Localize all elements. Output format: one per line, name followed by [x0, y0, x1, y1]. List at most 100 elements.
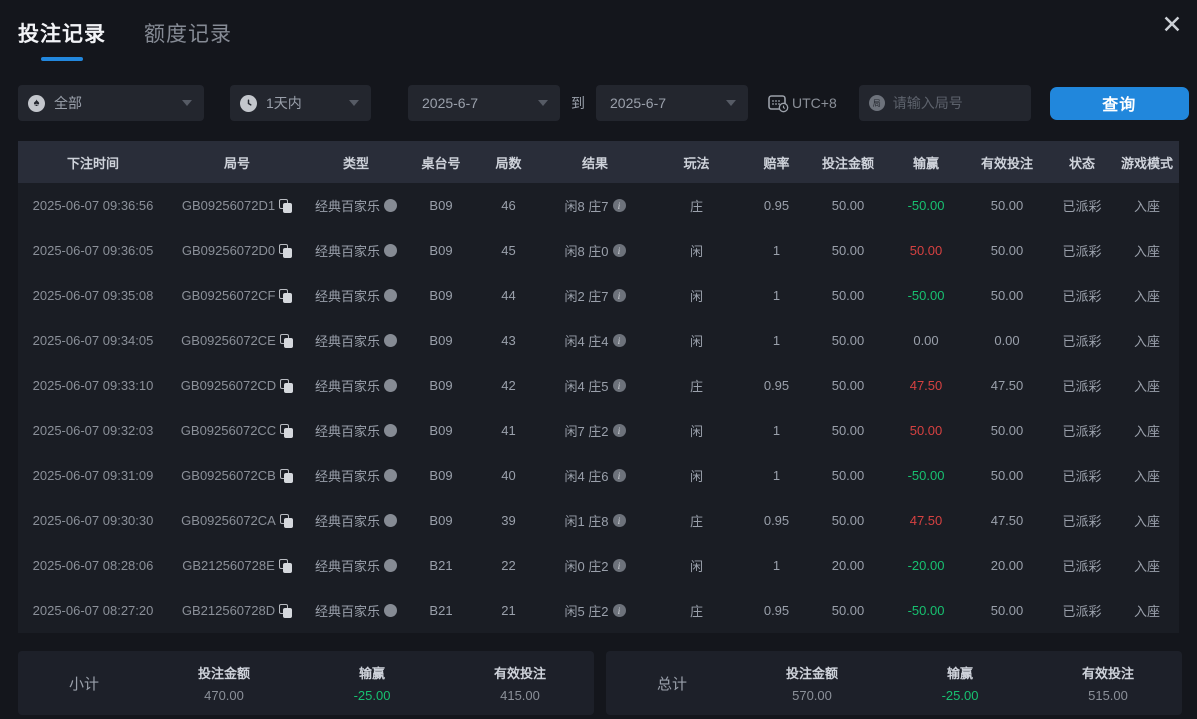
close-icon[interactable]: ✕ [1157, 10, 1187, 40]
cell-table-no: B09 [429, 333, 453, 348]
cell-status: 已派彩 [1062, 604, 1102, 619]
copy-icon[interactable] [278, 558, 292, 573]
info-icon[interactable]: i [612, 559, 626, 572]
header-cell: 输赢 [912, 155, 939, 171]
cell-round-id: GB09256072CD [168, 378, 306, 393]
cell-result: 闲1 庄8 i [541, 511, 649, 530]
info-icon[interactable]: i [612, 469, 626, 482]
copy-icon[interactable] [280, 378, 294, 393]
subtotal-win-value: -25.00 [353, 688, 391, 703]
cell-odds: 0.95 [763, 513, 790, 528]
cell-round-no: 22 [501, 558, 516, 573]
cell-table-no: B21 [429, 603, 453, 618]
game-badge-icon [384, 244, 397, 257]
tab-active-underline [41, 57, 83, 61]
cell-win-loss: -50.00 [907, 603, 945, 618]
cell-win-loss: -20.00 [907, 558, 945, 573]
cell-valid-bet: 50.00 [990, 288, 1024, 303]
copy-icon[interactable] [279, 243, 293, 258]
subtotal-card: 小计 投注金额 470.00 输赢 -25.00 有效投注 415.00 [18, 651, 594, 715]
cell-game-mode: 入座 [1133, 289, 1160, 304]
info-icon[interactable]: i [612, 334, 626, 347]
cell-result: 闲8 庄0 i [541, 241, 649, 260]
cell-round-id: GB09256072CB [168, 468, 306, 483]
cell-round-no: 43 [501, 333, 516, 348]
copy-icon[interactable] [279, 333, 293, 348]
cell-status: 已派彩 [1062, 424, 1102, 439]
cell-table-no: B09 [429, 468, 453, 483]
cell-status: 已派彩 [1062, 469, 1102, 484]
cell-bet-time: 2025-06-07 09:33:10 [32, 378, 154, 393]
tab-bet-records[interactable]: 投注记录 [18, 18, 106, 61]
cell-round-id: GB09256072CA [168, 513, 306, 528]
header-cell: 投注金额 [821, 155, 874, 171]
info-icon[interactable]: i [612, 199, 626, 212]
copy-icon[interactable] [279, 468, 293, 483]
cell-bet-amount: 50.00 [831, 603, 865, 618]
tab-label: 额度记录 [144, 23, 232, 46]
cell-valid-bet: 47.50 [990, 513, 1024, 528]
cell-game-type: 经典百家乐 [306, 601, 406, 620]
info-icon[interactable]: i [612, 379, 626, 392]
total-win-label: 输赢 [946, 666, 973, 681]
date-to-select[interactable]: 2025-6-7 [596, 85, 748, 121]
subtotal-valid-label: 有效投注 [493, 666, 546, 681]
cell-bet-time: 2025-06-07 09:30:30 [32, 513, 154, 528]
cell-game-mode: 入座 [1133, 379, 1160, 394]
copy-icon[interactable] [279, 603, 293, 618]
tab-quota-records[interactable]: 额度记录 [144, 18, 232, 61]
date-from-select[interactable]: 2025-6-7 [408, 85, 560, 121]
cell-table-no: B09 [429, 288, 453, 303]
date-from-value: 2025-6-7 [422, 95, 479, 111]
copy-icon[interactable] [279, 288, 293, 303]
game-type-select[interactable]: ♠ 全部 [18, 85, 204, 121]
info-icon[interactable]: i [612, 289, 626, 302]
cell-play: 庄 [689, 604, 703, 619]
subtotal-label: 小计 [68, 675, 99, 693]
cell-round-id: GB09256072CC [168, 423, 306, 438]
cell-bet-amount: 50.00 [831, 378, 865, 393]
cell-round-no: 21 [501, 603, 516, 618]
chevron-down-icon [726, 100, 736, 106]
info-icon[interactable]: i [612, 514, 626, 527]
cell-table-no: B09 [429, 423, 453, 438]
time-range-select[interactable]: 1天内 [230, 85, 371, 121]
cell-status: 已派彩 [1062, 514, 1102, 529]
cell-win-loss: -50.00 [907, 288, 945, 303]
cell-valid-bet: 0.00 [994, 333, 1020, 348]
cell-game-mode: 入座 [1133, 559, 1160, 574]
cell-game-mode: 入座 [1133, 424, 1160, 439]
cell-game-mode: 入座 [1133, 469, 1160, 484]
total-bet-value: 570.00 [792, 688, 832, 703]
header-cell: 桌台号 [421, 155, 461, 171]
cell-win-loss: 0.00 [913, 333, 939, 348]
copy-icon[interactable] [279, 513, 293, 528]
cell-round-no: 39 [501, 513, 516, 528]
info-icon[interactable]: i [612, 424, 626, 437]
round-input[interactable] [892, 95, 1013, 111]
cell-result: 闲2 庄7 i [541, 286, 649, 305]
info-icon[interactable]: i [612, 604, 626, 617]
chevron-down-icon [182, 100, 192, 106]
cell-round-id: GB09256072D1 [168, 198, 306, 213]
copy-icon[interactable] [279, 198, 293, 213]
timezone-indicator[interactable]: UTC+8 [768, 94, 837, 113]
cell-game-type: 经典百家乐 [306, 376, 406, 395]
cell-status: 已派彩 [1062, 199, 1102, 214]
filter-bar: ♠ 全部 1天内 2025-6-7 到 2025-6-7 UTC+8 局 请输入… [18, 85, 1197, 121]
copy-icon[interactable] [280, 423, 294, 438]
cell-valid-bet: 50.00 [990, 603, 1024, 618]
cell-valid-bet: 20.00 [990, 558, 1024, 573]
info-icon[interactable]: i [612, 244, 626, 257]
total-label: 总计 [656, 675, 687, 693]
cell-bet-amount: 50.00 [831, 513, 865, 528]
cell-bet-amount: 50.00 [831, 288, 865, 303]
query-button[interactable]: 查询 [1049, 86, 1189, 120]
total-valid-label: 有效投注 [1081, 666, 1134, 681]
header-cell: 状态 [1068, 155, 1095, 171]
cell-win-loss: 50.00 [909, 243, 943, 258]
round-icon: 局 [868, 95, 885, 111]
cell-status: 已派彩 [1062, 334, 1102, 349]
table-row: 2025-06-07 09:36:05 GB09256072D0 经典百家乐 B… [18, 228, 1179, 273]
cell-game-type: 经典百家乐 [306, 421, 406, 440]
